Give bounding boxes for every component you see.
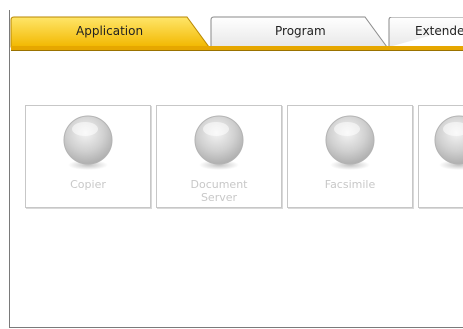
tab-bar: Application Program Extende — [10, 16, 463, 48]
tab-program-label: Program — [275, 24, 326, 38]
tab-underline — [11, 46, 463, 51]
facsimile-label: Facsimile — [324, 178, 376, 191]
facsimile-icon — [324, 113, 376, 171]
document-server-button[interactable]: Document Server — [156, 105, 282, 208]
facsimile-button[interactable]: Facsimile — [287, 105, 413, 208]
copier-icon — [62, 113, 114, 171]
tab-program[interactable]: Program — [199, 16, 389, 48]
copier-label: Copier — [70, 178, 106, 191]
tab-extended-label: Extende — [415, 24, 463, 38]
document-server-label: Document Server — [190, 178, 248, 204]
tab-extended[interactable]: Extende — [377, 17, 463, 47]
document-server-icon — [193, 113, 245, 171]
tab-application-label: Application — [76, 24, 144, 38]
app-button-4[interactable] — [418, 105, 463, 208]
app-4-icon — [433, 113, 463, 171]
copier-button[interactable]: Copier — [25, 105, 151, 208]
tab-application[interactable]: Application — [10, 16, 211, 48]
